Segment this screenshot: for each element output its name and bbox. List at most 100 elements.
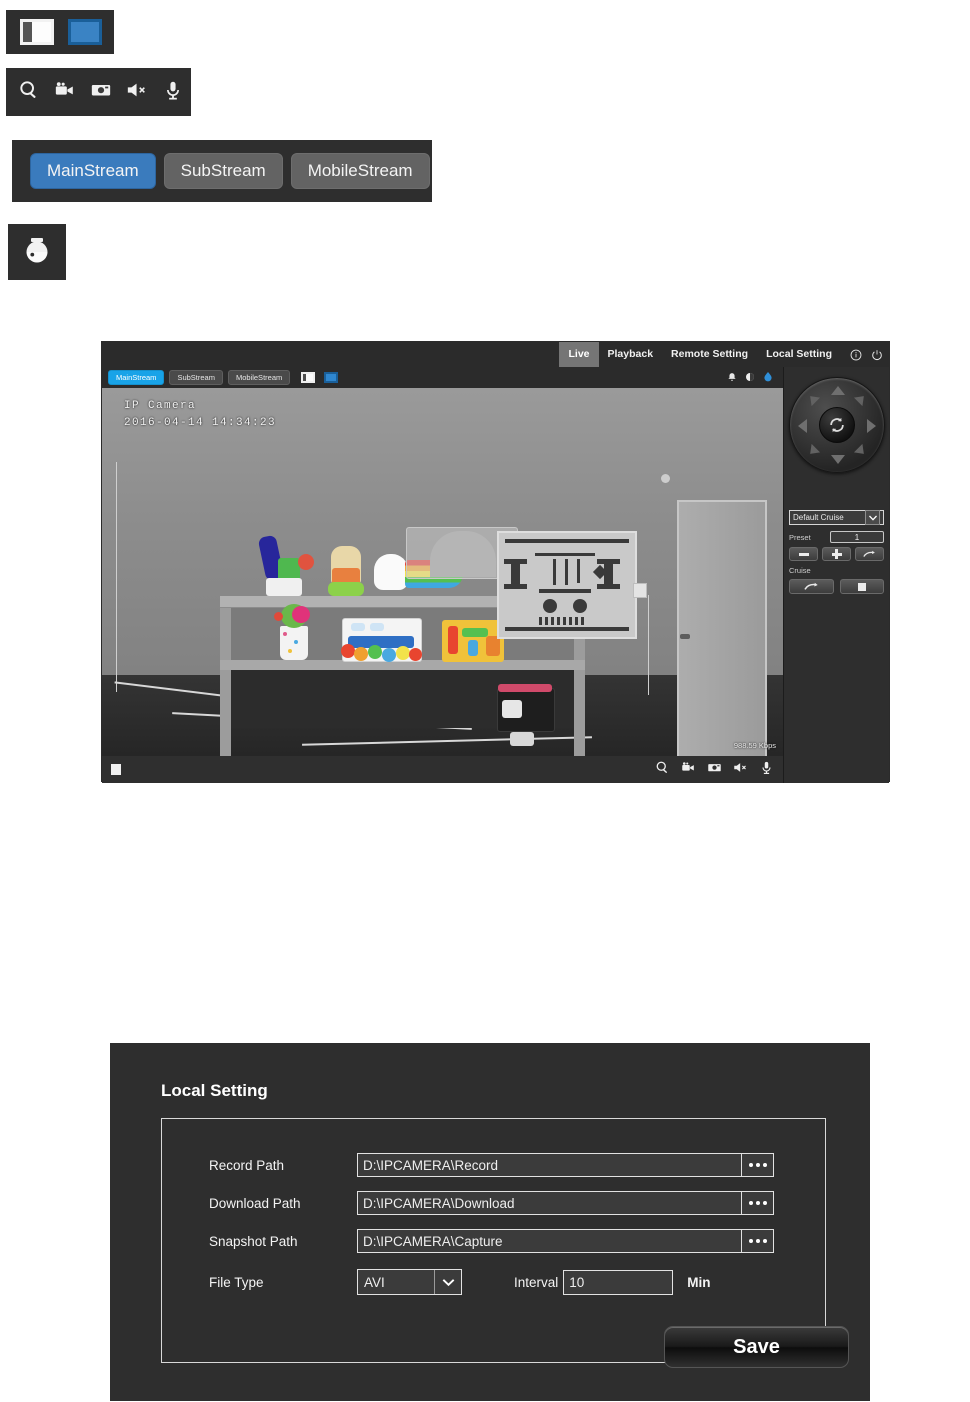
info-icon[interactable] [850, 349, 862, 361]
snapshot-path-label: Snapshot Path [209, 1233, 298, 1249]
split-view-icon[interactable] [20, 19, 54, 45]
stream-tab-mobilestream[interactable]: MobileStream [227, 370, 291, 385]
local-setting-title: Local Setting [161, 1081, 268, 1100]
video-toolbar-icons [655, 760, 774, 780]
ptz-control-panel: Default Cruise Preset 1 Cruise [783, 367, 889, 783]
stream-tab-substream[interactable]: SubStream [169, 370, 223, 385]
download-path-input[interactable]: D:\IPCAMERA\Download [357, 1191, 742, 1215]
stream-toolbar: MainStream SubStream MobileStream [102, 367, 783, 388]
stop-square-icon [857, 582, 866, 591]
scene-toy-red-flower [298, 554, 314, 570]
full-view-icon[interactable] [68, 19, 102, 45]
water-drop-icon[interactable] [763, 369, 773, 387]
ptz-left-arrow-icon[interactable] [798, 419, 807, 433]
preset-value-input[interactable]: 1 [830, 531, 884, 543]
speaker-mute-icon[interactable] [126, 79, 148, 106]
record-path-browse-button[interactable] [742, 1153, 774, 1177]
scene-ball-red [341, 644, 355, 658]
cruise-button-row [789, 579, 884, 594]
video-bottom-toolbar [102, 756, 783, 783]
microphone-icon[interactable] [162, 79, 184, 106]
ptz-right-arrow-icon[interactable] [867, 419, 876, 433]
stream-button-mobilestream[interactable]: MobileStream [290, 153, 430, 189]
zoom-icon[interactable] [18, 79, 40, 106]
color-adjust-icon[interactable] [745, 369, 755, 387]
ptz-down-left-arrow-icon[interactable] [805, 443, 821, 459]
scene-toy-pink-rose [292, 606, 310, 623]
stream-button-substream[interactable]: SubStream [163, 153, 283, 189]
split-view-icon[interactable] [301, 372, 316, 383]
cruise-select[interactable]: Default Cruise [789, 510, 884, 525]
goto-preset-button[interactable] [855, 547, 884, 561]
scene-toy-vase-dot-3 [288, 649, 292, 653]
nav-playback[interactable]: Playback [599, 342, 663, 367]
power-icon[interactable] [871, 349, 883, 361]
snapshot-path-browse-button[interactable] [742, 1229, 774, 1253]
interval-input[interactable]: 10 [563, 1269, 674, 1295]
snapshot-icon[interactable] [90, 79, 112, 106]
full-view-icon[interactable] [324, 372, 339, 383]
chevron-down-icon[interactable] [865, 510, 880, 525]
file-type-row: File Type AVI Interval 10 Min [209, 1260, 825, 1304]
chevron-down-icon[interactable] [434, 1270, 461, 1294]
record-icon[interactable] [681, 760, 696, 780]
ptz-up-arrow-icon[interactable] [831, 386, 845, 395]
stream-toolbar-right-icons [727, 369, 777, 387]
local-setting-form: Record Path D:\IPCAMERA\Record Download … [161, 1118, 849, 1368]
stop-cruise-button[interactable] [839, 579, 884, 594]
ptz-down-arrow-icon[interactable] [831, 455, 845, 464]
scene-door [677, 500, 767, 756]
download-path-row: Download Path D:\IPCAMERA\Download [209, 1184, 825, 1222]
scene-toy-box-window-1 [351, 623, 365, 631]
local-setting-panel: Local Setting Record Path D:\IPCAMERA\Re… [110, 1043, 870, 1401]
record-path-row: Record Path D:\IPCAMERA\Record [209, 1146, 825, 1184]
scene-block-green [462, 628, 488, 637]
save-button[interactable]: Save [664, 1326, 849, 1368]
interval-label: Interval [514, 1274, 559, 1290]
nav-live[interactable]: Live [559, 342, 599, 367]
ptz-up-right-arrow-icon[interactable] [853, 391, 869, 407]
preset-row: Preset 1 [789, 531, 884, 543]
goto-arrow-icon [804, 582, 818, 590]
osd-timestamp: 2016-04-14 14:34:23 [124, 417, 277, 429]
scene-toy-white-rabbit [374, 554, 408, 590]
file-type-value: AVI [364, 1274, 385, 1290]
nav-local-setting[interactable]: Local Setting [757, 342, 841, 367]
microphone-icon[interactable] [759, 760, 774, 780]
scene-toy-vase-dot-1 [283, 632, 287, 636]
view-mode-icon-strip [6, 10, 114, 54]
scene-ball-orange [354, 647, 368, 661]
scene-ball-yellow [396, 646, 410, 660]
scene-toy-box-window-2 [370, 623, 384, 631]
ptz-up-left-arrow-icon[interactable] [805, 391, 821, 407]
snapshot-icon[interactable] [707, 760, 722, 780]
stream-button-mainstream[interactable]: MainStream [30, 153, 156, 189]
stream-tab-mainstream[interactable]: MainStream [108, 370, 165, 385]
interval-unit-label: Min [687, 1274, 711, 1290]
media-icon-strip [6, 68, 191, 116]
download-path-browse-button[interactable] [742, 1191, 774, 1215]
refresh-icon [830, 417, 844, 433]
ptz-down-right-arrow-icon[interactable] [853, 443, 869, 459]
record-icon[interactable] [54, 79, 76, 106]
remove-preset-button[interactable] [789, 547, 818, 561]
add-preset-button[interactable] [822, 547, 851, 561]
scene-ball-blue [382, 648, 396, 662]
file-type-select[interactable]: AVI [357, 1269, 462, 1295]
nav-remote-setting[interactable]: Remote Setting [662, 342, 757, 367]
alarm-bell-icon[interactable] [727, 369, 737, 387]
ptz-auto-scan-button[interactable] [819, 407, 855, 443]
ptz-joystick[interactable] [789, 377, 885, 473]
live-video-stream[interactable]: IP Camera 2016-04-14 14:34:23 988.59 Kbp… [102, 388, 783, 756]
start-cruise-button[interactable] [789, 579, 834, 594]
snapshot-path-input[interactable]: D:\IPCAMERA\Capture [357, 1229, 742, 1253]
top-navigation-bar: Live Playback Remote Setting Local Setti… [102, 342, 889, 367]
zoom-icon[interactable] [655, 760, 670, 780]
scene-ball-red-2 [409, 648, 422, 661]
stop-stream-button[interactable] [111, 764, 121, 775]
speaker-mute-icon[interactable] [733, 760, 748, 780]
scene-toy-vase-dot-2 [294, 640, 298, 644]
record-path-input[interactable]: D:\IPCAMERA\Record [357, 1153, 742, 1177]
scene-block-orange [486, 636, 500, 656]
ptz-dome-camera-icon [20, 233, 54, 272]
